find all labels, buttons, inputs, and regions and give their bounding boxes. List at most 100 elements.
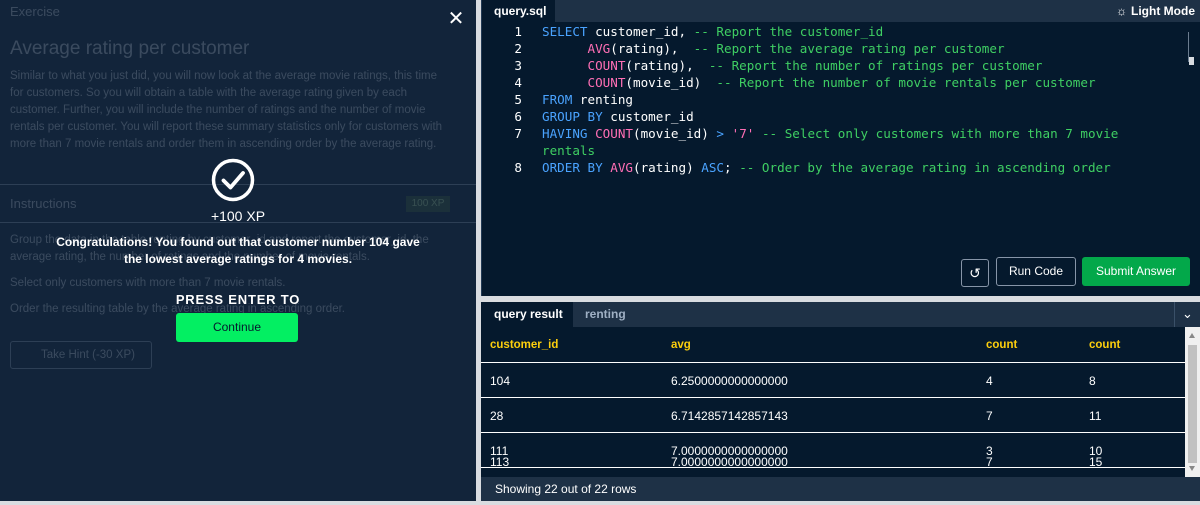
- scroll-down-icon[interactable]: [1189, 466, 1195, 471]
- code-text: GROUP BY customer_id: [542, 108, 694, 125]
- code-token: ORDER BY: [542, 160, 603, 175]
- table-header: customer_id avg count count: [481, 327, 1185, 363]
- code-token: -- Report the average rating per custome…: [693, 41, 1005, 56]
- table-cell: 4: [986, 374, 993, 388]
- code-token: FROM: [542, 92, 573, 107]
- success-modal: ✕ +100 XP Congratulations! You found out…: [0, 0, 476, 501]
- sun-icon: ☼: [1116, 4, 1128, 18]
- code-token: GROUP BY: [542, 109, 603, 124]
- code-token: COUNT: [587, 58, 626, 73]
- table-body: 104 6.2500000000000000 4 8 28 6.71428571…: [481, 364, 1185, 477]
- run-code-button[interactable]: Run Code: [996, 257, 1076, 286]
- continue-button[interactable]: Continue: [176, 313, 298, 342]
- column-header: count: [986, 339, 1018, 351]
- table-cell: 11: [1089, 409, 1102, 423]
- table-cell: 104: [490, 374, 511, 388]
- code-text: HAVING COUNT(movie_id) > '7' -- Select o…: [542, 125, 1118, 142]
- press-enter-hint: PRESS ENTER TO: [175, 292, 301, 307]
- results-tab-bar: query result renting ⌄: [481, 302, 1200, 327]
- code-token: >: [716, 126, 725, 141]
- code-text: AVG(rating), -- Report the average ratin…: [542, 40, 1005, 57]
- code-token: renting: [572, 92, 634, 107]
- table-cell: 7: [986, 409, 993, 423]
- code-token: SELECT: [542, 24, 588, 39]
- code-token: (rating),: [625, 58, 709, 73]
- code-token: AVG: [610, 160, 634, 175]
- results-scrollbar[interactable]: [1185, 327, 1200, 477]
- column-header: customer_id: [490, 339, 559, 351]
- checkmark-circle-icon: [211, 158, 255, 202]
- table-cell: 113: [490, 455, 510, 469]
- line-number: 8: [514, 160, 522, 175]
- table-row: 104 6.2500000000000000 4 8: [481, 364, 1185, 398]
- table-row: 28 6.7142857142857143 7 11: [481, 399, 1185, 433]
- code-editor-panel: query.sql ☼ Light Mode 1 SELECT customer_i…: [481, 0, 1200, 296]
- scroll-thumb[interactable]: [1188, 345, 1197, 463]
- xp-earned: +100 XP: [210, 208, 266, 224]
- table-cell: 6.7142857142857143: [671, 409, 788, 423]
- column-header: count: [1089, 339, 1121, 351]
- results-panel: query result renting ⌄ customer_id avg c…: [481, 302, 1200, 501]
- tab-renting[interactable]: renting: [573, 302, 637, 327]
- code-token: ;: [724, 160, 740, 175]
- reset-icon[interactable]: ↺: [961, 259, 989, 287]
- table-cell: 15: [1089, 455, 1103, 469]
- table-row: 111 7.0000000000000000 3 10: [481, 434, 1185, 468]
- table-cell: 7.0000000000000000: [671, 455, 788, 469]
- code-token: ASC: [701, 160, 725, 175]
- editor-tab-bar: query.sql ☼ Light Mode: [482, 0, 1200, 22]
- code-token: -- Select only customers with more than …: [761, 126, 1119, 141]
- code-token: COUNT: [595, 126, 634, 141]
- code-text: COUNT(movie_id) -- Report the number of …: [542, 74, 1096, 91]
- light-mode-toggle[interactable]: ☼ Light Mode: [1116, 0, 1195, 22]
- success-message: Congratulations! You found out that cust…: [56, 235, 420, 266]
- code-token: customer_id,: [587, 24, 694, 39]
- code-token: (rating): [633, 160, 702, 175]
- line-number: 3: [514, 58, 522, 73]
- table-row: 113 7.0000000000000000 7 15: [481, 455, 1185, 477]
- table-cell: 6.2500000000000000: [671, 374, 788, 388]
- code-text: FROM renting: [542, 91, 633, 108]
- code-token: rentals: [542, 143, 596, 158]
- code-text: ORDER BY AVG(rating) ASC; -- Order by th…: [542, 159, 1111, 176]
- exercise-panel: Exercise Average rating per customer Sim…: [0, 0, 476, 501]
- editor-scroll-thumb[interactable]: [1189, 57, 1194, 65]
- code-token: '7': [731, 126, 755, 141]
- code-token: HAVING: [542, 126, 588, 141]
- code-token: -- Report the number of ratings per cust…: [708, 58, 1043, 73]
- close-icon[interactable]: ✕: [446, 9, 466, 29]
- row-count-status: Showing 22 out of 22 rows: [481, 477, 1200, 501]
- code-token: (rating),: [610, 41, 694, 56]
- code-text: COUNT(rating), -- Report the number of r…: [542, 57, 1043, 74]
- code-token: -- Report the number of movie rentals pe…: [716, 75, 1096, 90]
- table-cell: 8: [1089, 374, 1096, 388]
- code-token: AVG: [587, 41, 611, 56]
- code-token: -- Report the customer_id: [693, 24, 884, 39]
- code-text: rentals: [542, 142, 595, 159]
- table-cell: 28: [490, 409, 504, 423]
- code-token: customer_id: [602, 109, 694, 124]
- chevron-down-icon[interactable]: ⌄: [1174, 302, 1200, 327]
- code-text: SELECT customer_id, -- Report the custom…: [542, 23, 883, 40]
- line-number: 5: [514, 92, 522, 107]
- scroll-up-icon[interactable]: [1189, 333, 1195, 338]
- line-number: 4: [514, 75, 522, 90]
- code-token: (movie_id): [633, 126, 717, 141]
- table-cell: 7: [986, 455, 993, 469]
- code-token: -- Order by the average rating in ascend…: [739, 160, 1111, 175]
- code-token: COUNT: [587, 75, 626, 90]
- column-header: avg: [671, 339, 691, 351]
- code-token: (movie_id): [625, 75, 717, 90]
- light-mode-label: Light Mode: [1131, 4, 1195, 18]
- line-number: 6: [514, 109, 522, 124]
- tab-query-result[interactable]: query result: [481, 302, 573, 327]
- line-number: 7: [514, 126, 522, 141]
- submit-answer-button[interactable]: Submit Answer: [1082, 257, 1190, 286]
- tab-query-sql[interactable]: query.sql: [482, 0, 555, 22]
